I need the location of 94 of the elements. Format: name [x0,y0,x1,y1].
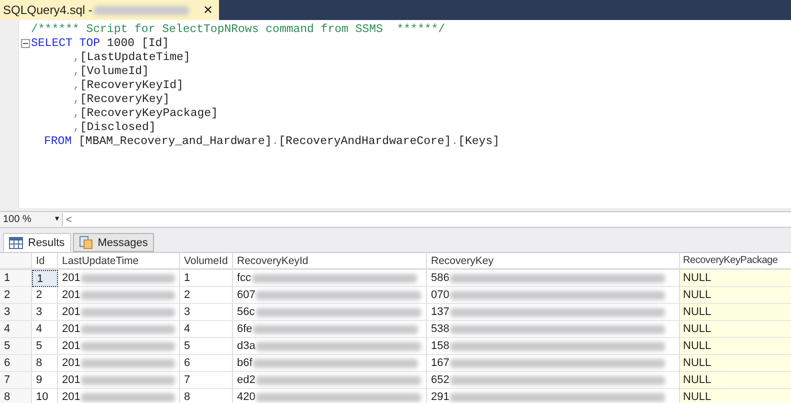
code-comment: /****** Script for SelectTopNRows command from SSMS ******/ [31,22,446,36]
table-cell: 5 [180,338,233,355]
table-cell: 4 [180,321,233,338]
table-cell: 201 [62,357,80,369]
code-punctuation: , [73,50,80,64]
table-cell: fcc [237,272,252,284]
table-cell: d3a [237,340,256,352]
table-cell: NULL [680,372,791,389]
table-cell: 1 [32,270,58,287]
table-cell: 2 [32,287,58,304]
code-punctuation: , [73,64,80,78]
table-cell: 201 [62,374,80,386]
table-cell: 6 [180,355,233,372]
code-punctuation: , [73,120,80,134]
table-cell: 201 [62,272,80,284]
code-identifier: [Id] [141,36,170,50]
row-number: 1 [0,270,32,287]
document-tab[interactable]: SQLQuery4.sql - ✕ [0,0,219,20]
table-cell: 586 [431,272,450,284]
table-cell: NULL [680,287,791,304]
table-cell: 607 [237,289,256,301]
table-cell: 1 [180,270,233,287]
code-number: 1000 [106,36,136,50]
code-identifier: [VolumeId] [80,64,149,78]
table-cell: 3 [32,304,58,321]
code-punctuation: . [272,134,279,148]
table-cell: 8 [32,355,58,372]
table-cell: NULL [680,270,791,287]
table-cell: 2 [180,287,233,304]
close-icon[interactable]: ✕ [203,3,213,17]
scroll-left-button[interactable]: < [63,214,75,226]
column-header[interactable]: RecoveryKey [427,253,680,270]
table-cell: NULL [680,304,791,321]
column-header[interactable]: Id [32,253,58,270]
table-cell: 070 [431,289,450,301]
column-header[interactable]: LastUpdateTime [58,253,180,270]
code-punctuation: . [451,134,458,148]
table-cell: 201 [62,323,80,335]
code-punctuation: , [73,106,80,120]
table-cell: 420 [237,391,256,403]
table-cell: NULL [680,355,791,372]
table-cell: 201 [62,340,80,352]
code-identifier: [MBAM_Recovery_and_Hardware] [78,134,272,148]
table-cell: 6fe [237,323,252,335]
table-cell: 3 [180,304,233,321]
results-tab[interactable]: Messages [72,233,154,252]
table-cell: 201 [62,306,80,318]
code-identifier: [RecoveryKey] [80,92,170,106]
grid-icon [9,236,23,248]
table-cell: 167 [431,357,450,369]
document-icon [78,236,93,249]
code-keyword: SELECT TOP [31,36,102,50]
table-cell: ed2 [237,374,256,386]
zoom-dropdown[interactable]: 100 % ▾ [0,214,62,225]
horizontal-scrollbar[interactable]: < [62,213,791,226]
table-cell: NULL [680,338,791,355]
code-identifier: [RecoveryKeyPackage] [80,106,218,120]
results-tab[interactable]: Results [3,233,71,252]
table-cell: 291 [431,391,450,403]
row-number: 6 [0,355,32,372]
code-identifier: [Disclosed] [80,120,156,134]
table-cell: NULL [680,321,791,338]
row-number: 8 [0,389,32,403]
code-identifier: [LastUpdateTime] [80,50,190,64]
collapse-icon[interactable] [20,38,30,48]
row-number: 4 [0,321,32,338]
table-cell: 201 [62,289,80,301]
table-cell: 201 [62,391,80,403]
table-cell: 652 [431,374,450,386]
row-number: 3 [0,304,32,321]
table-cell: 8 [180,389,233,403]
code-punctuation: , [73,78,80,92]
column-header[interactable]: VolumeId [180,253,233,270]
table-cell: 9 [32,372,58,389]
code-identifier: [RecoveryKeyId] [80,78,184,92]
table-cell: 56c [237,306,255,318]
table-cell: b6f [237,357,252,369]
code-identifier: [RecoveryAndHardwareCore] [278,134,452,148]
code-punctuation: , [73,92,80,106]
column-header[interactable]: RecoveryKeyId [233,253,427,270]
table-cell: 10 [32,389,58,403]
row-number: 7 [0,372,32,389]
column-header[interactable]: RecoveryKeyPackage [680,253,791,270]
table-cell: 4 [32,321,58,338]
table-cell: NULL [680,389,791,403]
code-identifier: [Keys] [458,134,500,148]
row-number: 2 [0,287,32,304]
code-keyword: FROM [44,134,73,148]
row-number: 5 [0,338,32,355]
table-cell: 137 [431,306,450,318]
table-cell: 7 [180,372,233,389]
table-cell: 538 [431,323,450,335]
table-cell: 158 [431,340,450,352]
table-cell: 5 [32,338,58,355]
